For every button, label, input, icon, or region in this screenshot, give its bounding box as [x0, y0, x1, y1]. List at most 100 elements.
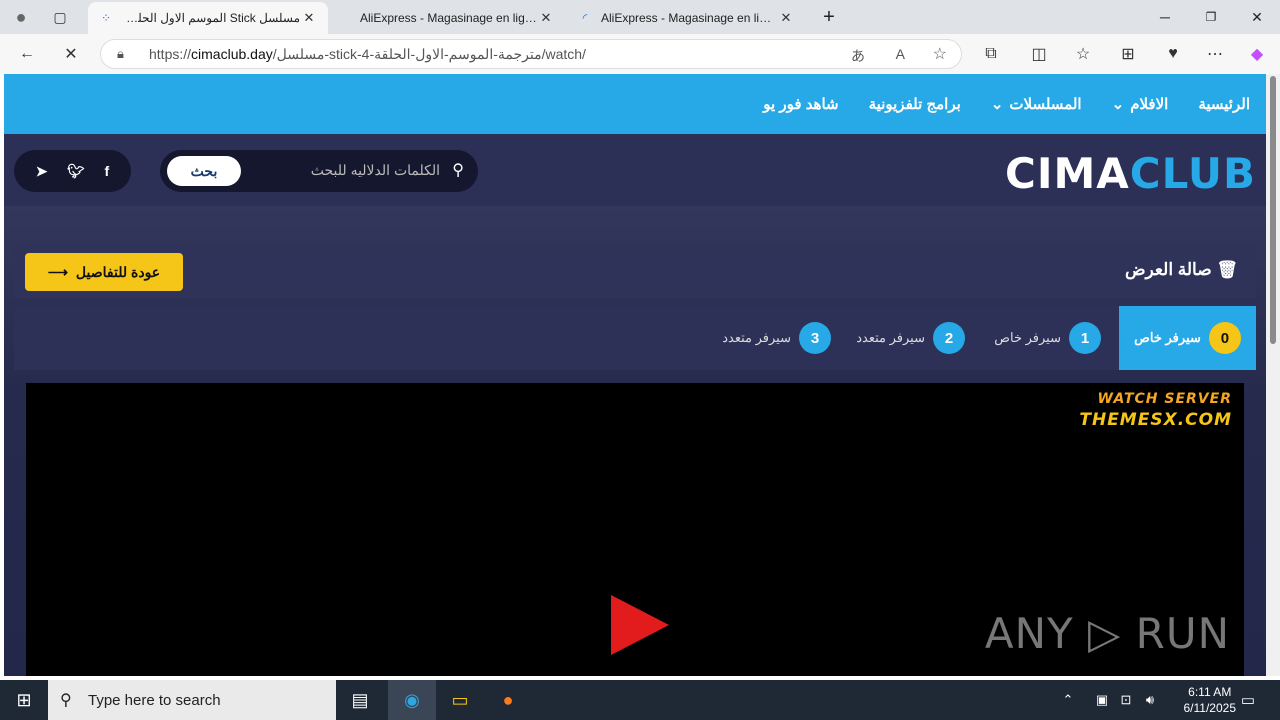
tab-title: AliExpress - Magasinage en ligne — [601, 11, 777, 25]
url-prefix: https:// — [149, 46, 192, 62]
taskbar-search-placeholder: Type here to search — [88, 691, 221, 709]
arrow-icon: ⟶ — [47, 263, 68, 280]
server-number: 3 — [799, 322, 831, 354]
play-icon[interactable] — [611, 595, 669, 655]
favorite-star-icon[interactable]: ☆ — [933, 44, 947, 64]
back-label: عودة للتفاصيل — [75, 263, 161, 280]
panel-title-text: صالة العرض — [1125, 260, 1212, 279]
site-header: CIMACLUB ⚲ الكلمات الدلاليه للبحث بحث ➤ … — [4, 134, 1266, 206]
nav-label: الافلام — [1130, 96, 1169, 113]
nav-label: المسلسلات — [1009, 96, 1082, 113]
server-number: 0 — [1208, 322, 1241, 354]
server-tab-3[interactable]: 3 سيرفر متعدد — [708, 306, 845, 370]
profile-icon[interactable]: ● — [6, 3, 36, 31]
read-aloud-icon[interactable]: A — [896, 46, 905, 62]
panel-title: 🗑︎ صالة العرض — [1125, 260, 1238, 280]
tab-aliexpress-1[interactable]: AliExpress - Magasinage en ligne ✕ — [330, 2, 565, 34]
watermark-line1: WATCH SERVER — [1097, 391, 1232, 407]
scrollbar-thumb[interactable] — [1270, 76, 1276, 344]
copilot-icon[interactable]: ◆ — [1242, 40, 1272, 68]
nav-home[interactable]: الرئيسية — [1198, 95, 1250, 113]
url-field[interactable]: 🔒︎ https:// cimaclub.day /مسلسل-stick-مت… — [100, 39, 962, 69]
nav-tv-shows[interactable]: برامج تلفزيونية — [869, 95, 961, 113]
loading-icon: ⁘ — [100, 11, 112, 25]
search-button[interactable]: بحث — [167, 156, 241, 186]
server-tab-2[interactable]: 2 سيرفر متعدد — [842, 306, 979, 370]
split-screen-icon[interactable]: ◫ — [1024, 40, 1054, 68]
logo-part2: CLUB — [1129, 149, 1256, 198]
page-scrollbar[interactable] — [1266, 74, 1280, 676]
anyrun-watermark: ANY ▷ RUN — [984, 609, 1230, 658]
lock-icon[interactable]: 🔒︎ — [117, 46, 124, 62]
twitter-icon[interactable]: 🐦︎ — [67, 163, 85, 180]
server-number: 2 — [933, 322, 965, 354]
close-tab-icon[interactable]: ✕ — [300, 10, 318, 26]
logo-part1: CIMA — [1005, 149, 1130, 198]
server-tab-0[interactable]: 0 سيرفر خاص — [1119, 306, 1256, 370]
server-number: 1 — [1069, 322, 1101, 354]
back-to-details-button[interactable]: عودة للتفاصيل ⟶ — [25, 253, 183, 291]
chevron-down-icon: ⌄ — [1111, 96, 1125, 113]
taskbar-search[interactable]: ⚲ Type here to search — [48, 680, 336, 720]
server-label: سيرفر خاص — [1134, 330, 1201, 345]
restore-icon[interactable]: ❐ — [1188, 0, 1234, 34]
new-tab-button[interactable]: + — [806, 0, 852, 34]
close-window-icon[interactable]: ✕ — [1234, 0, 1280, 34]
browser-essentials-icon[interactable]: ♥ — [1158, 40, 1188, 68]
close-tab-icon[interactable]: ✕ — [537, 10, 555, 26]
collections-icon[interactable]: ⊞ — [1113, 40, 1143, 68]
tab-active[interactable]: ⁘ مسلسل Stick الموسم الاول الحلقة 4 ✕ — [88, 2, 328, 34]
nav-movies[interactable]: الافلام ⌄ — [1112, 95, 1169, 113]
search-icon: ⚲ — [60, 692, 72, 709]
url-path: /مسلسل-stick-مترجمة-الموسم-الاول-الحلقة-… — [272, 45, 586, 62]
nav-series[interactable]: المسلسلات ⌄ — [991, 95, 1082, 113]
watermark-line2: THEMESX.COM — [1079, 410, 1232, 430]
search-input[interactable]: الكلمات الدلاليه للبحث — [311, 162, 440, 179]
panel-header: 🗑︎ صالة العرض — [14, 246, 1256, 298]
player-watermark: WATCH SERVER THEMESX.COM — [1079, 391, 1232, 430]
tab-actions-icon[interactable]: ▢ — [45, 3, 75, 31]
browser-tab-bar: ● ▢ ⁘ مسلسل Stick الموسم الاول الحلقة 4 … — [0, 0, 1280, 34]
server-tabs: 0 سيرفر خاص 1 سيرفر خاص 2 سيرفر متعدد 3 … — [14, 306, 1256, 370]
site-logo[interactable]: CIMACLUB — [1005, 152, 1256, 196]
search-box: ⚲ الكلمات الدلاليه للبحث بحث — [160, 150, 478, 192]
tab-aliexpress-2[interactable]: ◜ AliExpress - Magasinage en ligne ✕ — [567, 2, 805, 34]
network-icon[interactable]: ⊡ — [1114, 680, 1138, 720]
social-links: ➤ 🐦︎ f — [14, 150, 131, 192]
task-view-icon[interactable]: ▤ — [336, 680, 384, 720]
extensions-icon[interactable]: ⧉ — [976, 40, 1006, 68]
stop-loading-icon[interactable]: ✕ — [56, 40, 86, 68]
loading-icon: ◜ — [582, 11, 588, 25]
windows-taskbar: ⊞ ⚲ Type here to search ▤ ◉ ▭ ● ⌃ ▣ ⊡ 🔊︎… — [0, 680, 1280, 720]
nav-watch-for-you[interactable]: شاهد فور يو — [763, 95, 838, 113]
server-label: سيرفر خاص — [994, 330, 1061, 345]
server-label: سيرفر متعدد — [856, 330, 925, 345]
translate-icon[interactable]: あ — [851, 46, 865, 66]
more-menu-icon[interactable]: ⋯ — [1200, 40, 1230, 68]
windows-start-icon[interactable]: ⊞ — [0, 680, 48, 720]
notifications-icon[interactable]: ▭ — [1226, 680, 1270, 720]
minimize-icon[interactable]: ─ — [1142, 0, 1188, 34]
server-tab-1[interactable]: 1 سيرفر خاص — [980, 306, 1115, 370]
edge-icon[interactable]: ◉ — [388, 680, 436, 720]
chevron-down-icon: ⌄ — [990, 96, 1004, 113]
tray-device-icon[interactable]: ▣ — [1090, 680, 1114, 720]
tab-title: مسلسل Stick الموسم الاول الحلقة 4 — [122, 11, 300, 25]
favorites-icon[interactable]: ☆ — [1068, 40, 1098, 68]
telegram-icon[interactable]: ➤ — [36, 163, 48, 180]
site-nav: الرئيسية الافلام ⌄ المسلسلات ⌄ برامج تلفزي… — [4, 74, 1266, 134]
trash-icon: 🗑︎ — [1216, 260, 1238, 279]
file-explorer-icon[interactable]: ▭ — [436, 680, 484, 720]
web-page: الرئيسية الافلام ⌄ المسلسلات ⌄ برامج تلفزي… — [4, 74, 1266, 676]
firefox-icon[interactable]: ● — [484, 680, 532, 720]
close-tab-icon[interactable]: ✕ — [777, 10, 795, 26]
back-icon[interactable]: ← — [12, 40, 42, 68]
tray-chevron-icon[interactable]: ⌃ — [1056, 680, 1080, 720]
volume-icon[interactable]: 🔊︎ — [1138, 680, 1162, 720]
url-domain: cimaclub.day — [191, 46, 273, 62]
facebook-icon[interactable]: f — [105, 163, 110, 179]
tab-title: AliExpress - Magasinage en ligne — [360, 11, 537, 25]
video-player[interactable]: WATCH SERVER THEMESX.COM ANY ▷ RUN — [26, 383, 1244, 676]
search-icon: ⚲ — [452, 162, 464, 179]
server-label: سيرفر متعدد — [722, 330, 791, 345]
